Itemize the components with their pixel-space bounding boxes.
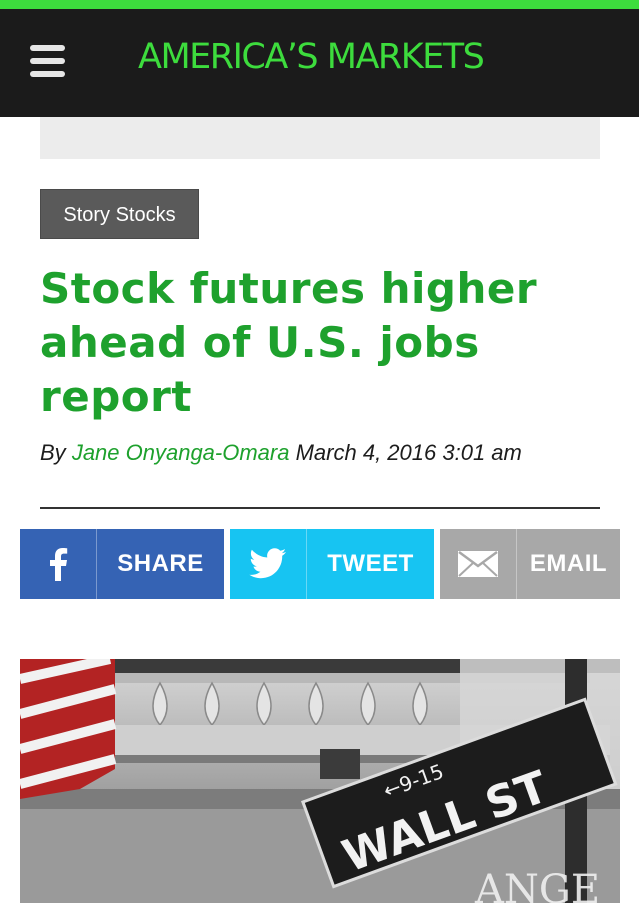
twitter-tweet-button[interactable]: TWEET (230, 529, 434, 599)
byline-divider (40, 507, 600, 509)
top-accent-bar (0, 0, 639, 9)
email-share-button[interactable]: EMAIL (440, 529, 620, 599)
share-button-label: SHARE (117, 550, 204, 577)
building-engraving: ANGE (474, 867, 600, 903)
facebook-share-button[interactable]: SHARE (20, 529, 224, 599)
tweet-button-label: TWEET (327, 550, 414, 577)
email-button-label: EMAIL (529, 550, 608, 577)
site-header: AMERICA’S MARKETS (0, 9, 639, 117)
category-tag[interactable]: Story Stocks (40, 189, 199, 239)
byline: By Jane Onyanga-Omara March 4, 2016 3:01… (40, 440, 522, 466)
publish-date: March 4, 2016 3:01 am (295, 440, 522, 465)
facebook-icon (20, 529, 97, 599)
twitter-bird-icon (230, 529, 307, 599)
article-hero-image: ←9-15 WALL ST ANGE (20, 659, 620, 903)
author-link[interactable]: Jane Onyanga-Omara (72, 440, 290, 465)
ad-placeholder (40, 117, 600, 159)
site-logo[interactable]: AMERICA’S MARKETS (138, 37, 485, 77)
byline-prefix: By (40, 440, 66, 465)
envelope-icon (440, 529, 517, 599)
hamburger-menu-icon[interactable] (30, 45, 66, 77)
article-headline: Stock futures higher ahead of U.S. jobs … (40, 264, 538, 421)
